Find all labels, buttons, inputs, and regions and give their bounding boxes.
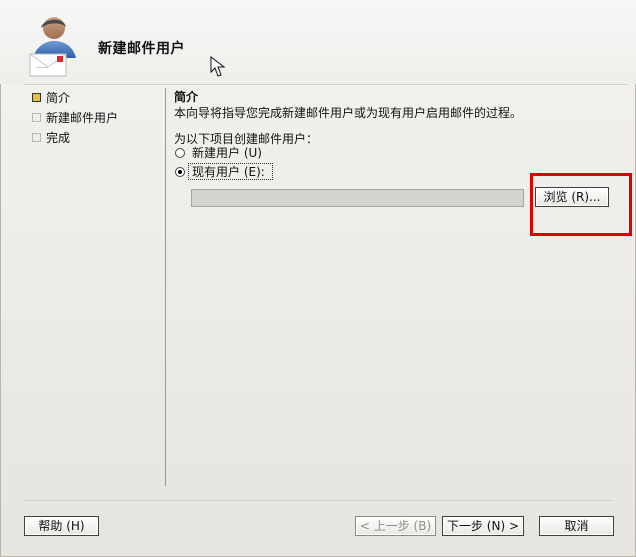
wizard-step-list: 简介 新建邮件用户 完成 — [28, 88, 158, 148]
section-description: 本向导将指导您完成新建邮件用户或为现有用户启用邮件的过程。 — [174, 106, 523, 120]
existing-user-radio[interactable] — [175, 167, 185, 177]
existing-user-label[interactable]: 现有用户 (E): — [192, 163, 265, 181]
step-complete: 完成 — [28, 128, 158, 148]
existing-user-field[interactable] — [191, 189, 524, 207]
back-button[interactable]: < 上一步 (B) — [355, 516, 436, 536]
step-label-new-mail-user: 新建邮件用户 — [46, 111, 119, 125]
header-divider — [24, 84, 628, 85]
user-mail-icon — [29, 17, 76, 77]
next-button[interactable]: 下一步 (N) > — [442, 516, 524, 536]
section-title: 简介 — [174, 90, 199, 104]
sidebar-divider — [165, 88, 166, 486]
new-user-label[interactable]: 新建用户 (U) — [192, 144, 262, 162]
step-marker-icon — [32, 113, 41, 122]
new-user-radio[interactable] — [175, 148, 185, 158]
mouse-pointer-icon — [210, 56, 226, 77]
radio-selected-dot — [178, 170, 182, 174]
wizard-window: 新建邮件用户 简介 新建邮件用户 完成 简介 本向导将指导您完成新建邮件用户或为… — [0, 0, 636, 557]
step-marker-active-icon — [32, 93, 41, 102]
wizard-header: 新建邮件用户 — [0, 0, 636, 84]
cancel-button[interactable]: 取消 — [539, 516, 614, 536]
step-label-complete: 完成 — [46, 131, 71, 145]
step-marker-icon — [32, 133, 41, 142]
wizard-title: 新建邮件用户 — [98, 41, 185, 57]
help-button[interactable]: 帮助 (H) — [24, 516, 99, 536]
step-label-intro: 简介 — [46, 91, 71, 105]
footer-divider — [24, 500, 614, 501]
step-intro: 简介 — [28, 88, 158, 108]
step-new-mail-user: 新建邮件用户 — [28, 108, 158, 128]
browse-highlight-box — [530, 173, 632, 236]
